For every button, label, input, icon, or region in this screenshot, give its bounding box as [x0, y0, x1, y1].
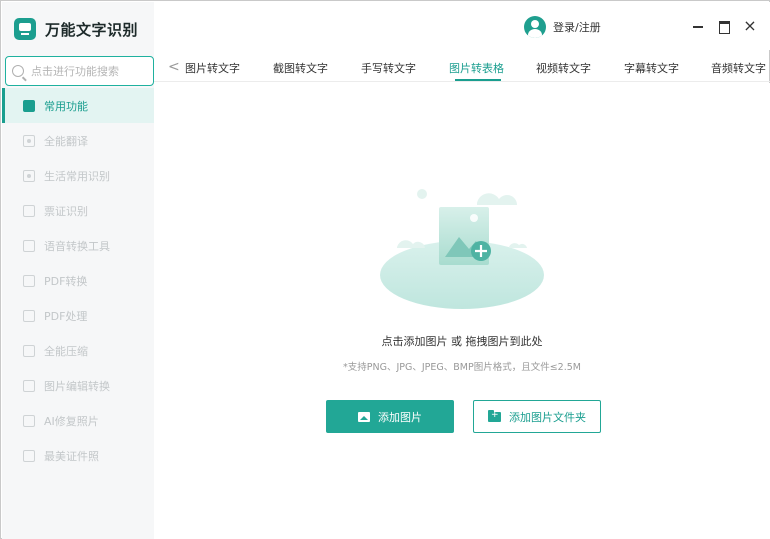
sidebar-item-image-edit[interactable]: 图片编辑转换	[2, 368, 154, 403]
login-register-label: 登录/注册	[553, 21, 601, 34]
login-register-button[interactable]: 登录/注册	[524, 16, 601, 38]
chevron-left-icon[interactable]: <	[168, 59, 180, 75]
tab-screenshot-to-text[interactable]: 截图转文字	[273, 60, 328, 76]
photo-repair-icon	[23, 414, 35, 427]
scan-icon	[23, 169, 35, 182]
sidebar-item-label: 全能压缩	[44, 344, 88, 358]
sidebar-item-ticket-recognition[interactable]: 票证识别	[2, 193, 154, 228]
sidebar-item-compress[interactable]: 全能压缩	[2, 333, 154, 368]
pdf-icon	[23, 274, 35, 287]
sidebar: 万能文字识别 常用功能 全能翻译 生活常用识别 票证识别	[2, 2, 154, 539]
sidebar-item-label: 票证识别	[44, 204, 88, 218]
upload-area[interactable]: 点击添加图片 或 拖拽图片到此处 *支持PNG、JPG、JPEG、BMP图片格式…	[154, 83, 770, 539]
sidebar-item-label: 图片编辑转换	[44, 379, 110, 393]
sidebar-item-voice-tools[interactable]: 语音转换工具	[2, 228, 154, 263]
sidebar-item-label: 常用功能	[44, 99, 88, 113]
app-title: 万能文字识别	[45, 20, 139, 39]
avatar-icon	[524, 16, 546, 38]
tab-audio-to-text[interactable]: 音频转文字	[711, 60, 766, 76]
active-tab-indicator	[455, 79, 501, 81]
sidebar-item-label: 生活常用识别	[44, 169, 110, 183]
image-icon	[358, 411, 370, 422]
function-search[interactable]	[5, 56, 154, 86]
search-icon	[12, 65, 24, 77]
maximize-button[interactable]	[717, 19, 731, 34]
tab-handwriting-to-text[interactable]: 手写转文字	[361, 60, 416, 76]
voice-icon	[23, 239, 35, 252]
add-folder-button[interactable]: 添加图片文件夹	[473, 400, 601, 433]
sidebar-item-pdf-convert[interactable]: PDF转换	[2, 263, 154, 298]
add-image-button[interactable]: 添加图片	[326, 400, 454, 433]
minimize-button[interactable]	[691, 19, 705, 33]
sidebar-item-common[interactable]: 常用功能	[2, 88, 154, 123]
id-photo-icon	[23, 449, 35, 462]
compress-icon	[23, 344, 35, 357]
sidebar-item-label: 最美证件照	[44, 449, 99, 463]
sidebar-item-label: PDF处理	[44, 309, 88, 323]
search-input[interactable]	[31, 64, 151, 78]
drop-hint: 点击添加图片 或 拖拽图片到此处	[381, 335, 543, 348]
scan-icon	[23, 134, 35, 147]
sidebar-menu: 常用功能 全能翻译 生活常用识别 票证识别 语音转换工具 PDF转换 PDF处理…	[2, 88, 154, 473]
tab-video-to-text[interactable]: 视频转文字	[536, 60, 591, 76]
tab-subtitle-to-text[interactable]: 字幕转文字	[624, 60, 679, 76]
bookmark-icon	[23, 99, 35, 112]
upload-illustration	[380, 189, 544, 309]
sidebar-item-label: 语音转换工具	[44, 239, 110, 253]
sidebar-item-translate[interactable]: 全能翻译	[2, 123, 154, 158]
app-window: 万能文字识别 常用功能 全能翻译 生活常用识别 票证识别	[0, 0, 770, 539]
pdf-icon	[23, 309, 35, 322]
add-folder-label: 添加图片文件夹	[509, 410, 586, 424]
close-button[interactable]: ×	[743, 18, 757, 34]
sidebar-item-life-recognition[interactable]: 生活常用识别	[2, 158, 154, 193]
sidebar-item-label: AI修复照片	[44, 414, 99, 428]
folder-add-icon	[488, 409, 501, 422]
format-hint: *支持PNG、JPG、JPEG、BMP图片格式，且文件≤2.5M	[343, 362, 581, 373]
sidebar-item-id-photo[interactable]: 最美证件照	[2, 438, 154, 473]
add-image-label: 添加图片	[378, 410, 422, 424]
sidebar-item-ai-photo-repair[interactable]: AI修复照片	[2, 403, 154, 438]
app-logo-icon	[14, 18, 36, 40]
sidebar-item-label: PDF转换	[44, 274, 88, 288]
sidebar-item-pdf-process[interactable]: PDF处理	[2, 298, 154, 333]
tab-image-to-text[interactable]: 图片转文字	[185, 60, 240, 76]
app-brand: 万能文字识别	[14, 16, 138, 42]
title-bar: 登录/注册 ×	[154, 2, 770, 50]
tab-image-to-table[interactable]: 图片转表格	[449, 60, 504, 76]
ticket-icon	[23, 204, 35, 217]
feature-tabs: < 图片转文字 截图转文字 手写转文字 图片转表格 视频转文字 字幕转文字 音频…	[154, 54, 770, 82]
image-icon	[23, 379, 35, 392]
sidebar-item-label: 全能翻译	[44, 134, 88, 148]
